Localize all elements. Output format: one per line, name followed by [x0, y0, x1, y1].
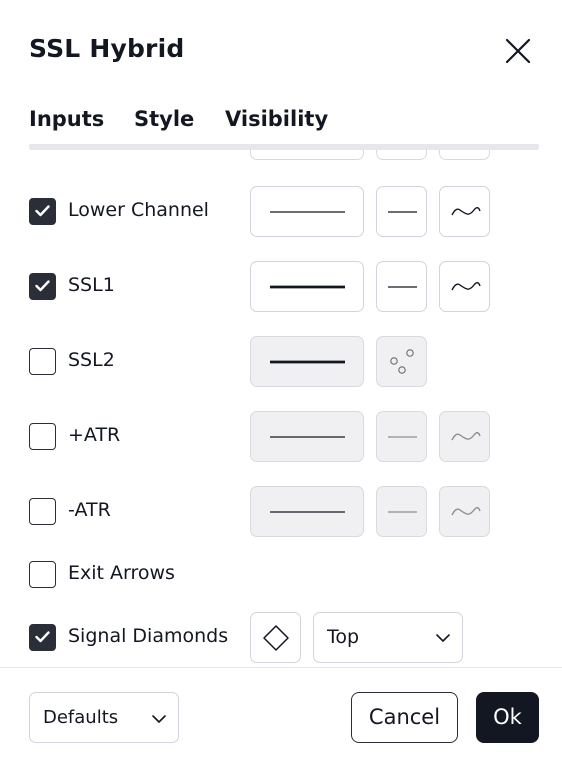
line-plot-icon: [451, 432, 481, 441]
tab-inputs[interactable]: Inputs: [29, 107, 104, 131]
line-thin-icon: [270, 436, 345, 438]
ssl2-checkbox[interactable]: [29, 348, 56, 375]
signal-diamonds-shape-button[interactable]: [250, 612, 301, 663]
row-plus-atr: +ATR: [0, 410, 562, 462]
style-settings-list[interactable]: Lower Channel SSL1 SSL2 +ATR -ATR Exit A…: [0, 150, 562, 667]
scrolled-line-style-button[interactable]: [250, 150, 364, 160]
close-button[interactable]: [500, 33, 536, 69]
signal-diamonds-checkbox[interactable]: [29, 624, 56, 651]
ssl1-checkbox[interactable]: [29, 273, 56, 300]
line-plot-icon: [451, 507, 481, 516]
ok-button[interactable]: Ok: [476, 692, 539, 743]
location-select-value: Top: [327, 626, 360, 648]
plus-atr-plot-type-button[interactable]: [439, 411, 490, 462]
minus-atr-line-width-button[interactable]: [376, 486, 427, 537]
chevron-down-icon: [152, 715, 166, 723]
ssl1-line-width-button[interactable]: [376, 261, 427, 312]
checkmark-icon: [35, 631, 50, 643]
line-plot-icon: [451, 207, 481, 216]
scrolled-plot-type-button[interactable]: [439, 150, 490, 160]
circles-icon: [390, 349, 414, 374]
ssl1-color-line-button[interactable]: [250, 261, 364, 312]
lower-channel-checkbox[interactable]: [29, 198, 56, 225]
close-icon: [505, 38, 531, 64]
lower-channel-label: Lower Channel: [68, 199, 209, 221]
plus-atr-checkbox[interactable]: [29, 423, 56, 450]
row-exit-arrows: Exit Arrows: [0, 548, 562, 600]
plus-atr-line-width-button[interactable]: [376, 411, 427, 462]
minus-atr-label: -ATR: [68, 499, 111, 521]
line-width-icon: [388, 511, 417, 513]
ssl2-color-line-button[interactable]: [250, 336, 364, 387]
line-width-icon: [388, 286, 417, 288]
line-thick-icon: [270, 285, 345, 289]
ssl2-plot-type-button[interactable]: [376, 336, 427, 387]
ssl1-label: SSL1: [68, 274, 115, 296]
row-minus-atr: -ATR: [0, 485, 562, 537]
line-thin-icon: [270, 511, 345, 513]
signal-diamonds-location-select[interactable]: Top: [313, 612, 463, 663]
row-ssl1: SSL1: [0, 260, 562, 312]
footer-divider: [0, 667, 562, 668]
tab-style[interactable]: Style: [134, 107, 194, 131]
dialog-title: SSL Hybrid: [29, 34, 185, 63]
lower-channel-color-line-button[interactable]: [250, 186, 364, 237]
exit-arrows-checkbox[interactable]: [29, 561, 56, 588]
row-ssl2: SSL2: [0, 335, 562, 387]
row-lower-channel: Lower Channel: [0, 185, 562, 237]
chevron-down-icon: [436, 634, 450, 642]
signal-diamonds-label: Signal Diamonds: [68, 625, 229, 647]
plus-atr-label: +ATR: [68, 424, 121, 446]
ssl2-label: SSL2: [68, 349, 115, 371]
row-signal-diamonds: Signal Diamonds Top: [0, 611, 562, 663]
plus-atr-color-line-button[interactable]: [250, 411, 364, 462]
minus-atr-plot-type-button[interactable]: [439, 486, 490, 537]
line-thick-icon: [270, 360, 345, 364]
lower-channel-line-width-button[interactable]: [376, 186, 427, 237]
lower-channel-plot-type-button[interactable]: [439, 186, 490, 237]
cancel-button[interactable]: Cancel: [351, 692, 458, 743]
line-thin-icon: [270, 211, 345, 213]
exit-arrows-label: Exit Arrows: [68, 562, 175, 584]
minus-atr-color-line-button[interactable]: [250, 486, 364, 537]
diamond-icon: [263, 625, 289, 651]
tab-visibility[interactable]: Visibility: [225, 107, 328, 131]
line-width-icon: [388, 436, 417, 438]
ssl1-plot-type-button[interactable]: [439, 261, 490, 312]
checkmark-icon: [35, 280, 50, 292]
minus-atr-checkbox[interactable]: [29, 498, 56, 525]
defaults-dropdown[interactable]: Defaults: [29, 692, 179, 743]
scrolled-line-width-button[interactable]: [376, 150, 427, 160]
defaults-label: Defaults: [43, 707, 119, 728]
line-plot-icon: [451, 282, 481, 291]
line-width-icon: [388, 211, 417, 213]
checkmark-icon: [35, 205, 50, 217]
